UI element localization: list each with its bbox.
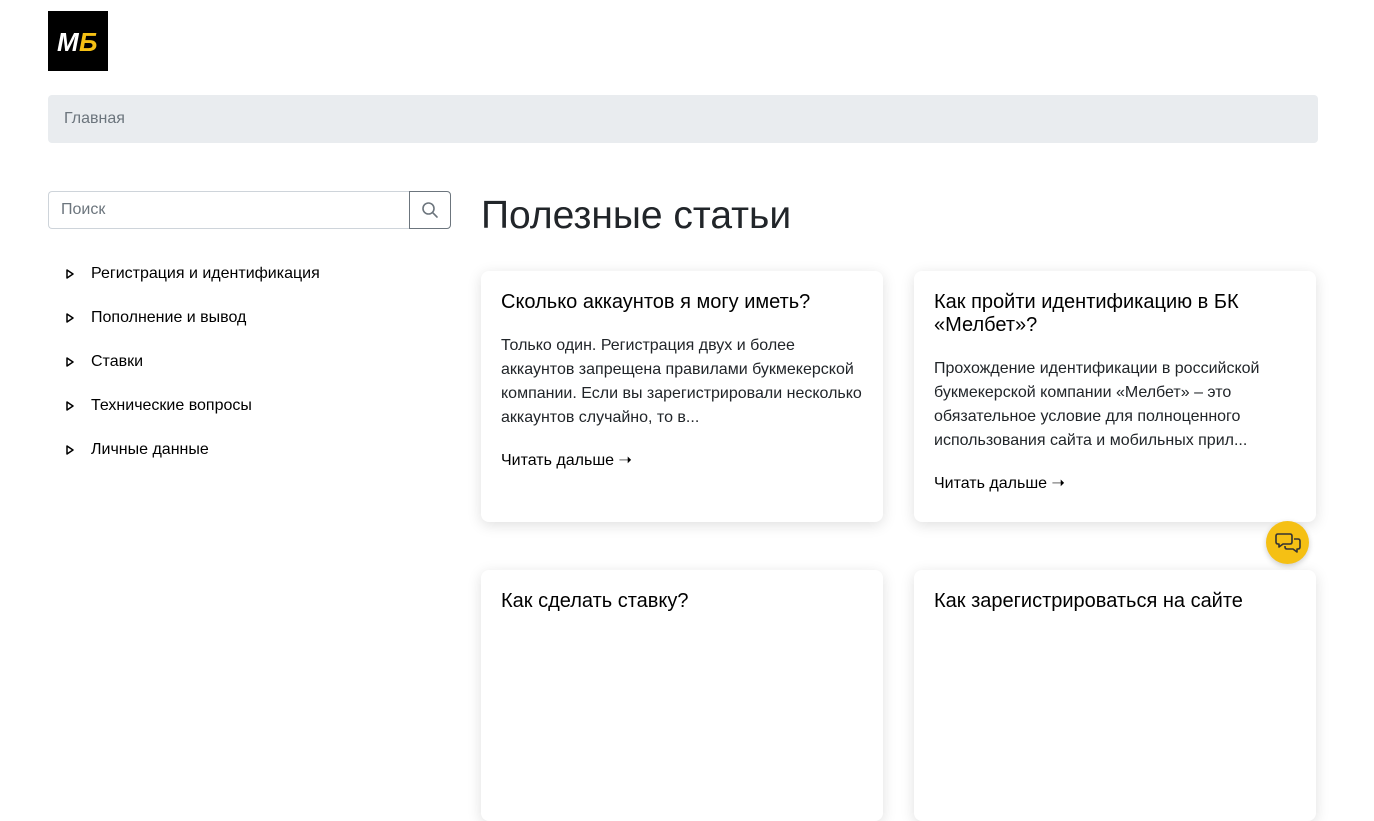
category-label: Ставки [91,353,144,370]
caret-right-icon [48,269,91,279]
category-label: Личные данные [91,441,209,458]
logo[interactable]: M Б [48,11,108,71]
logo-letter-b: Б [79,27,97,56]
read-more-link[interactable]: Читать дальше ➝ [934,473,1065,493]
article-card: Сколько аккаунтов я могу иметь? Только о… [481,271,883,522]
article-title[interactable]: Как пройти идентификацию в БК «Мелбет»? [934,291,1296,337]
article-card: Как сделать ставку? [481,570,883,821]
article-title[interactable]: Сколько аккаунтов я могу иметь? [501,291,863,314]
article-card: Как пройти идентификацию в БК «Мелбет»? … [914,271,1316,522]
category-item-bets[interactable]: Ставки [48,340,451,384]
article-excerpt: Прохождение идентификации в российской б… [934,360,1260,449]
category-item-registration[interactable]: Регистрация и идентификация [48,252,451,296]
category-label: Технические вопросы [91,397,252,414]
chat-button[interactable] [1266,521,1309,564]
category-label: Регистрация и идентификация [91,265,320,282]
breadcrumb: Главная [48,95,1318,143]
category-item-deposit-withdrawal[interactable]: Пополнение и вывод [48,296,451,340]
read-more-link[interactable]: Читать дальше ➝ [501,450,632,470]
logo-mark: M Б [57,27,97,56]
category-item-technical[interactable]: Технические вопросы [48,384,451,428]
search-icon [422,202,438,218]
article-card: Как зарегистрироваться на сайте [914,570,1316,821]
search-form [48,191,451,229]
breadcrumb-home[interactable]: Главная [64,110,125,128]
search-button[interactable] [409,191,451,229]
chat-icon [1274,532,1301,553]
caret-right-icon [48,445,91,455]
caret-right-icon [48,401,91,411]
caret-right-icon [48,313,91,323]
category-list: Регистрация и идентификация Пополнение и… [48,252,451,472]
caret-right-icon [48,357,91,367]
logo-letter-m: M [57,27,80,56]
page-title: Полезные статьи [481,194,792,237]
article-excerpt: Только один. Регистрация двух и более ак… [501,337,862,426]
search-input[interactable] [48,191,409,229]
category-label: Пополнение и вывод [91,309,247,326]
category-item-personal-data[interactable]: Личные данные [48,428,451,472]
